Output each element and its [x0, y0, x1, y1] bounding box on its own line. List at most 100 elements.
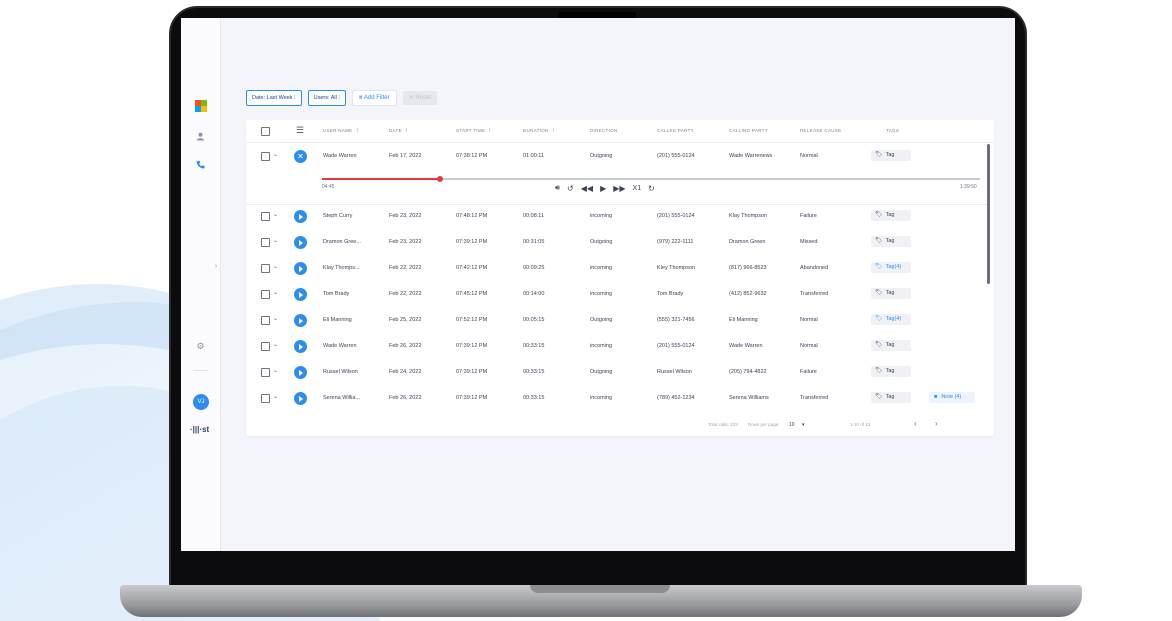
- previous-icon[interactable]: ◀◀: [581, 184, 593, 193]
- next-page-icon[interactable]: ›: [935, 419, 938, 428]
- total-calls: Total calls: 223: [708, 422, 738, 427]
- header-start-time[interactable]: START TIME ↑: [456, 128, 491, 134]
- row-checkbox[interactable]: [261, 342, 270, 351]
- header-direction[interactable]: DIRECTION: [590, 128, 617, 133]
- volume-icon[interactable]: 🔊︎: [555, 183, 560, 193]
- elapsed-time: 04:45: [322, 184, 335, 190]
- row-checkbox[interactable]: [261, 264, 270, 273]
- column-settings-icon[interactable]: ☰: [296, 125, 304, 136]
- rows-per-page-select[interactable]: 10 ▾: [789, 422, 804, 428]
- header-calling-party[interactable]: CALLING PARTY: [729, 128, 768, 133]
- cell-calling: Eli Manning: [729, 317, 758, 323]
- chevron-right-icon[interactable]: ›: [211, 263, 221, 270]
- play-button[interactable]: [294, 262, 307, 275]
- rows-per-page-value: 10: [789, 422, 795, 428]
- chevron-down-icon[interactable]: ⌄: [273, 151, 278, 158]
- tag-button[interactable]: 🏷 Tag: [871, 366, 911, 377]
- forward-10-icon[interactable]: ↻: [648, 184, 655, 193]
- row-checkbox[interactable]: [261, 368, 270, 377]
- tag-icon: 🏷: [875, 264, 883, 270]
- tag-button[interactable]: 🏷 Tag: [871, 150, 911, 161]
- add-filter-button[interactable]: ⩸ Add Filter: [351, 90, 397, 106]
- header-release-cause[interactable]: RELEASE CAUSE: [800, 128, 841, 133]
- users-filter-chip[interactable]: Users: All ⁞: [307, 90, 346, 106]
- cell-start: 07:39:12 PM: [456, 369, 488, 375]
- gear-icon[interactable]: ⚙: [181, 341, 220, 352]
- note-button[interactable]: ■ Note (4): [929, 392, 975, 403]
- cell-direction: incoming: [590, 265, 613, 271]
- row-checkbox[interactable]: [261, 394, 270, 403]
- next-icon[interactable]: ▶▶: [613, 184, 625, 193]
- sort-asc-icon: ↑: [488, 128, 492, 134]
- speed-button[interactable]: X1: [633, 185, 642, 192]
- tag-button[interactable]: 🏷 Tag(4): [871, 314, 911, 325]
- row-checkbox[interactable]: [261, 238, 270, 247]
- play-button[interactable]: [294, 288, 307, 301]
- prev-page-icon[interactable]: ‹: [914, 419, 917, 428]
- cell-direction: Outgoing: [590, 369, 613, 375]
- phone-icon[interactable]: [181, 160, 220, 172]
- header-called-party[interactable]: CALLED PARTY: [657, 128, 694, 133]
- chevron-down-icon[interactable]: ⌄: [273, 237, 278, 244]
- user-icon[interactable]: [181, 132, 220, 144]
- rows-per-page-label: Rows per page:: [748, 422, 780, 427]
- tag-button[interactable]: 🏷 Tag(4): [871, 262, 911, 273]
- reset-label: Reset: [415, 95, 431, 101]
- table-row[interactable]: ⌄ Dramon Gree... Feb 23, 2022 07:39:12 PM 00…: [246, 230, 988, 256]
- table-row[interactable]: ⌄ Tom Brady Feb 22, 2022 07:45:12 PM 00:14:0…: [246, 282, 988, 308]
- row-checkbox[interactable]: [261, 316, 270, 325]
- avatar[interactable]: VJ: [193, 394, 209, 410]
- table-row-expanded[interactable]: ⌄ ✕ Wade Warren Feb 17, 2022 07:38:12 PM…: [246, 144, 988, 170]
- cell-duration: 01:00:11: [523, 153, 545, 159]
- date-filter-chip[interactable]: Date: Last Week ⁞: [246, 90, 302, 106]
- row-checkbox[interactable]: [261, 290, 270, 299]
- cell-direction: Outgoing: [590, 239, 613, 245]
- chevron-down-icon[interactable]: ⌄: [273, 341, 278, 348]
- row-checkbox[interactable]: [261, 212, 270, 221]
- play-circle-icon[interactable]: ▶: [600, 184, 606, 193]
- chevron-down-icon[interactable]: ⌄: [273, 211, 278, 218]
- microsoft-logo-icon[interactable]: [195, 100, 207, 112]
- play-button[interactable]: [294, 210, 307, 223]
- play-button[interactable]: [294, 392, 307, 405]
- cell-user: Klay Thomps...: [323, 265, 360, 271]
- tag-button[interactable]: 🏷 Tag: [871, 210, 911, 221]
- chevron-down-icon[interactable]: ⌄: [273, 367, 278, 374]
- vertical-scrollbar[interactable]: [987, 144, 990, 284]
- cell-duration: 00:33:15: [523, 395, 545, 401]
- chevron-down-icon[interactable]: ⌄: [273, 393, 278, 400]
- tag-button[interactable]: 🏷 Tag: [871, 236, 911, 247]
- play-button[interactable]: [294, 314, 307, 327]
- table-row[interactable]: ⌄ Klay Thomps... Feb 22, 2022 07:42:12 PM 00…: [246, 256, 988, 282]
- chevron-down-icon[interactable]: ⌄: [273, 289, 278, 296]
- row-checkbox[interactable]: [261, 152, 270, 161]
- header-tags[interactable]: TAGS: [886, 128, 899, 133]
- playback-track[interactable]: [322, 176, 980, 182]
- play-button[interactable]: [294, 236, 307, 249]
- laptop-hinge: [530, 585, 670, 593]
- sort-asc-icon: ↑: [355, 128, 359, 134]
- header-date[interactable]: DATE ↑: [389, 128, 408, 134]
- select-all-checkbox[interactable]: [261, 127, 270, 136]
- play-button[interactable]: [294, 366, 307, 379]
- table-row[interactable]: ⌄ Eli Manning Feb 25, 2022 07:52:12 PM 00:05…: [246, 308, 988, 334]
- table-row[interactable]: ⌄ Serena Willia... Feb 26, 2022 07:39:12 PM…: [246, 386, 988, 412]
- header-user-name[interactable]: USER NAME ↑: [323, 128, 359, 134]
- table-row[interactable]: ⌄ Wade Warren Feb 26, 2022 07:39:12 PM 00:33…: [246, 334, 988, 360]
- table-row[interactable]: ⌄ Steph Curry Feb 23, 2022 07:48:12 PM 00:08…: [246, 204, 988, 230]
- reset-button[interactable]: ✕ Reset: [402, 91, 437, 105]
- table-row[interactable]: ⌄ Russel Wilson Feb 24, 2022 07:39:12 PM 00:…: [246, 360, 988, 386]
- cell-duration: 00:09:25: [523, 265, 545, 271]
- header-label: DIRECTION: [590, 128, 618, 133]
- tag-button[interactable]: 🏷 Tag: [871, 288, 911, 299]
- cell-user: Dramon Gree...: [323, 239, 361, 245]
- tag-button[interactable]: 🏷 Tag: [871, 340, 911, 351]
- rewind-10-icon[interactable]: ↺: [567, 184, 574, 193]
- tag-button[interactable]: 🏷 Tag: [871, 392, 911, 403]
- close-player-button[interactable]: ✕: [294, 150, 307, 163]
- chevron-down-icon[interactable]: ⌄: [273, 263, 278, 270]
- playback-knob[interactable]: [437, 176, 444, 182]
- play-button[interactable]: [294, 340, 307, 353]
- header-duration[interactable]: DURATION ↑: [523, 128, 555, 134]
- chevron-down-icon[interactable]: ⌄: [273, 315, 278, 322]
